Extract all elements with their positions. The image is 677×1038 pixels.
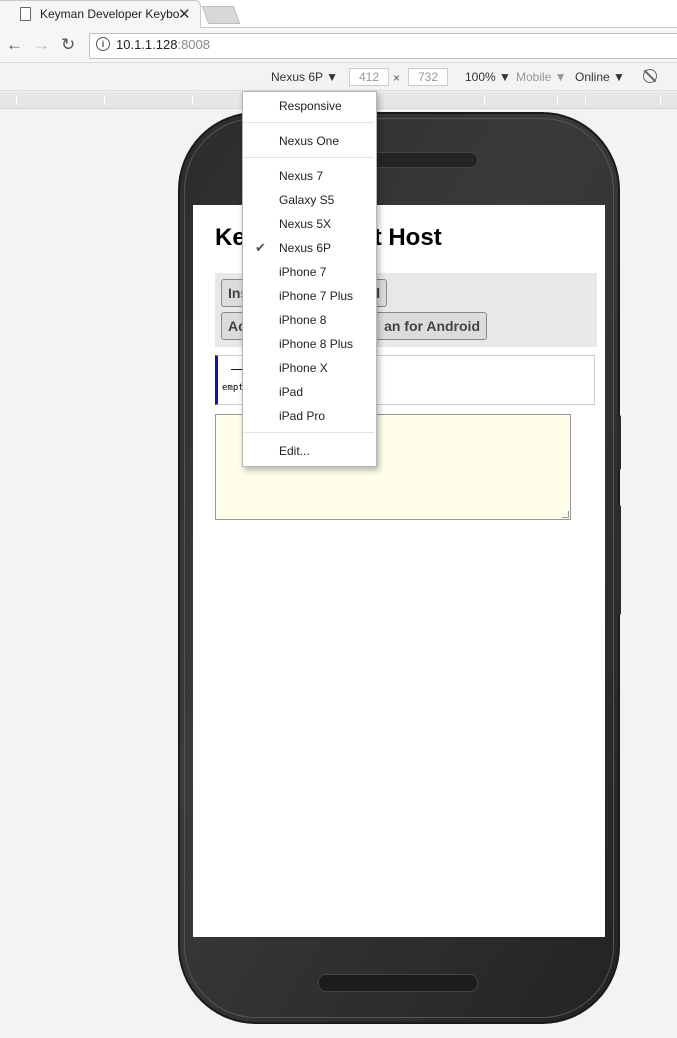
check-icon: ✔ xyxy=(255,240,266,255)
menu-item-nexus-one[interactable]: Nexus One xyxy=(279,134,339,148)
new-tab-button[interactable] xyxy=(201,6,241,24)
back-arrow-icon[interactable]: ← xyxy=(6,35,23,55)
menu-item-ipad-pro[interactable]: iPad Pro xyxy=(279,409,325,423)
resize-grip-icon[interactable] xyxy=(562,511,569,518)
page-icon xyxy=(20,7,31,21)
phone-side-button xyxy=(617,505,621,615)
browser-tab[interactable]: Keyman Developer Keybo ✕ xyxy=(0,0,201,29)
network-select[interactable]: Online ▼ xyxy=(575,70,625,84)
rotate-icon[interactable] xyxy=(643,69,657,83)
tab-close-icon[interactable]: ✕ xyxy=(178,5,191,23)
url-text[interactable]: 10.1.1.128:8008 xyxy=(116,37,210,52)
menu-item-galaxy-s5[interactable]: Galaxy S5 xyxy=(279,193,334,207)
phone-home-bar xyxy=(318,974,478,992)
ruler-tick xyxy=(484,95,485,105)
info-icon[interactable]: i xyxy=(96,37,110,51)
menu-item-iphone-7[interactable]: iPhone 7 xyxy=(279,265,326,279)
ruler-tick xyxy=(192,95,193,105)
mode-select[interactable]: Mobile ▼ xyxy=(516,70,567,84)
menu-item-nexus-5x[interactable]: Nexus 5X xyxy=(279,217,331,231)
reload-icon[interactable]: ↻ xyxy=(61,35,75,55)
phone-side-button xyxy=(617,415,621,470)
menu-item-iphone-8[interactable]: iPhone 8 xyxy=(279,313,326,327)
ruler-tick xyxy=(660,95,661,105)
ruler-tick xyxy=(585,95,586,105)
ruler-tick xyxy=(16,95,17,105)
menu-item-responsive[interactable]: Responsive xyxy=(279,99,342,113)
info-text: empt xyxy=(222,383,244,393)
menu-divider xyxy=(243,122,374,123)
menu-item-iphone-x[interactable]: iPhone X xyxy=(279,361,328,375)
ruler-tick xyxy=(104,95,105,105)
menu-item-nexus-7[interactable]: Nexus 7 xyxy=(279,169,323,183)
menu-item-iphone-8-plus[interactable]: iPhone 8 Plus xyxy=(279,337,353,351)
forward-arrow-icon[interactable]: → xyxy=(33,35,50,55)
tab-title: Keyman Developer Keybo xyxy=(40,7,180,21)
menu-item-nexus-6p[interactable]: Nexus 6P xyxy=(279,241,331,255)
menu-divider xyxy=(243,432,374,433)
ruler-tick xyxy=(557,95,558,105)
zoom-select[interactable]: 100% ▼ xyxy=(465,70,511,84)
device-select[interactable]: Nexus 6P ▼ xyxy=(271,70,338,84)
menu-divider xyxy=(243,157,374,158)
menu-item-iphone-7-plus[interactable]: iPhone 7 Plus xyxy=(279,289,353,303)
dimension-separator: × xyxy=(393,71,401,85)
height-input[interactable]: 732 xyxy=(408,68,448,86)
menu-item-ipad[interactable]: iPad xyxy=(279,385,303,399)
menu-item-edit[interactable]: Edit... xyxy=(279,444,310,458)
width-input[interactable]: 412 xyxy=(349,68,389,86)
